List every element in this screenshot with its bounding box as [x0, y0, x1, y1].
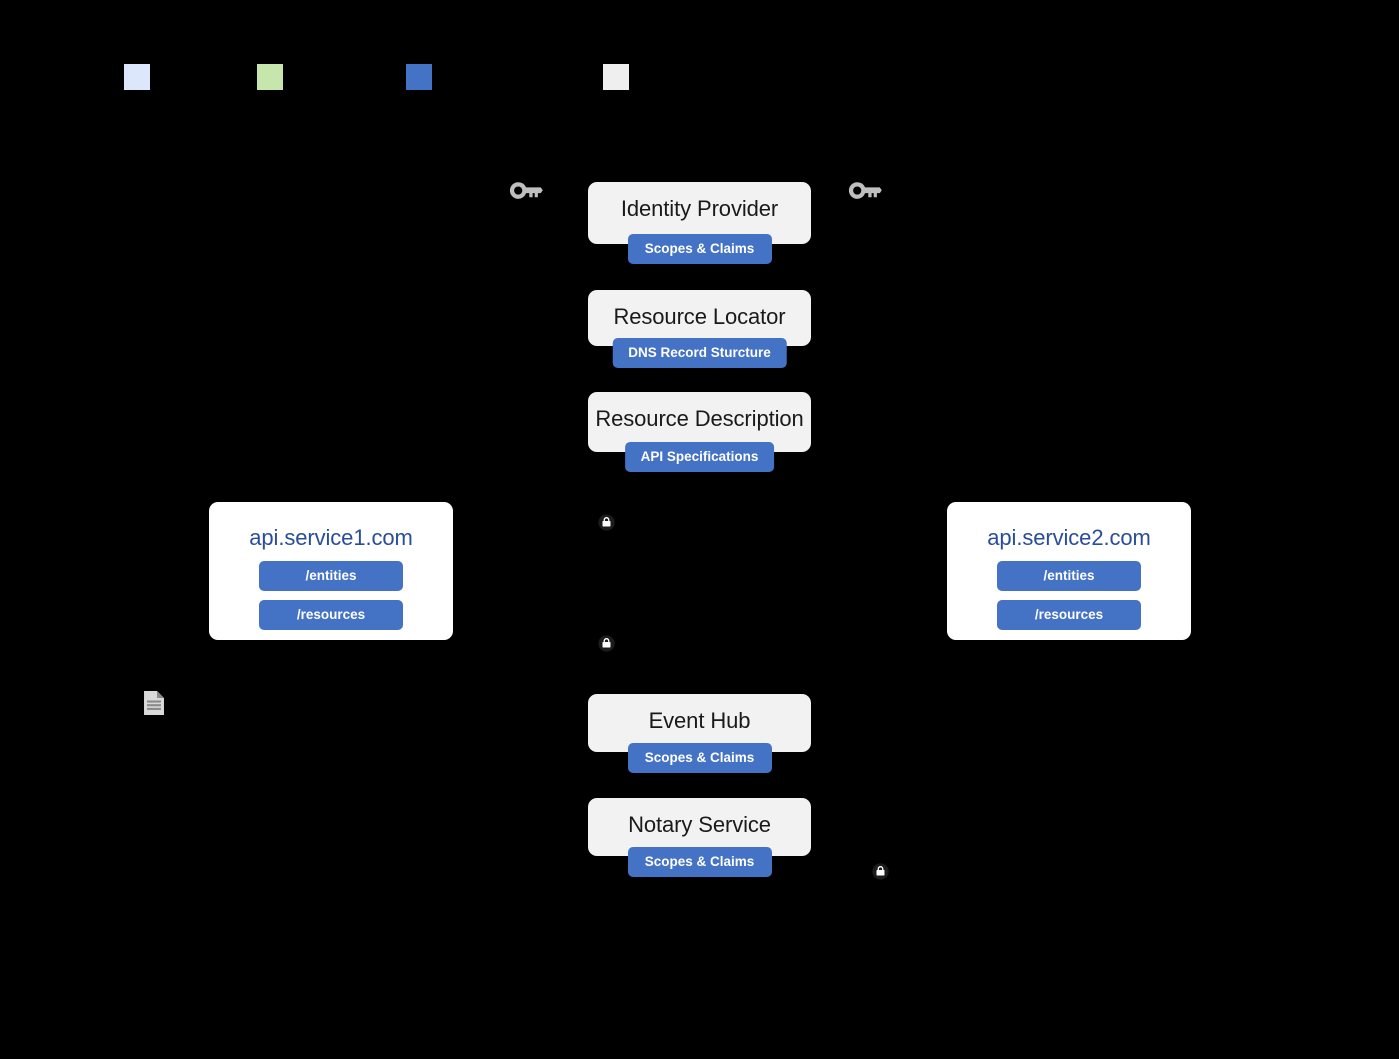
api-card-api-service1[interactable]: api.service1.com/entities/resources	[209, 502, 453, 640]
service-card-title: Notary Service	[628, 812, 771, 837]
service-card-title: Identity Provider	[620, 196, 779, 221]
document-icon	[143, 690, 165, 716]
legend-swatch-blue	[406, 64, 432, 90]
service-card-title: Event Hub	[648, 708, 751, 733]
legend-swatch-off-white	[603, 64, 629, 90]
service-chip-resource-locator[interactable]: DNS Record Sturcture	[612, 338, 787, 368]
legend-swatch-light-green	[257, 64, 283, 90]
api-endpoint-chip[interactable]: /resources	[997, 600, 1141, 631]
api-card-api-service2[interactable]: api.service2.com/entities/resources	[947, 502, 1191, 640]
lock-icon-lower	[598, 635, 615, 652]
lock-icon-bottom-right	[872, 863, 889, 880]
service-chip-notary-service[interactable]: Scopes & Claims	[627, 847, 772, 877]
api-endpoint-chip[interactable]: /entities	[259, 561, 403, 592]
service-card-title: Resource Description	[595, 406, 804, 431]
key-icon-right	[848, 180, 882, 201]
service-card-title: Resource Locator	[613, 304, 786, 329]
api-endpoint-chip[interactable]: /resources	[259, 600, 403, 631]
service-chip-identity-provider[interactable]: Scopes & Claims	[627, 234, 772, 264]
api-card-title: api.service2.com	[987, 525, 1151, 550]
api-card-title: api.service1.com	[249, 525, 413, 550]
legend-swatch-light-blue	[124, 64, 150, 90]
service-chip-event-hub[interactable]: Scopes & Claims	[627, 743, 772, 773]
key-icon-left	[509, 180, 543, 201]
diagram-canvas: Identity Provider Scopes & Claims Resource…	[0, 0, 1399, 1059]
api-endpoint-chip[interactable]: /entities	[997, 561, 1141, 592]
service-chip-resource-description[interactable]: API Specifications	[624, 442, 775, 472]
lock-icon-upper	[598, 514, 615, 531]
